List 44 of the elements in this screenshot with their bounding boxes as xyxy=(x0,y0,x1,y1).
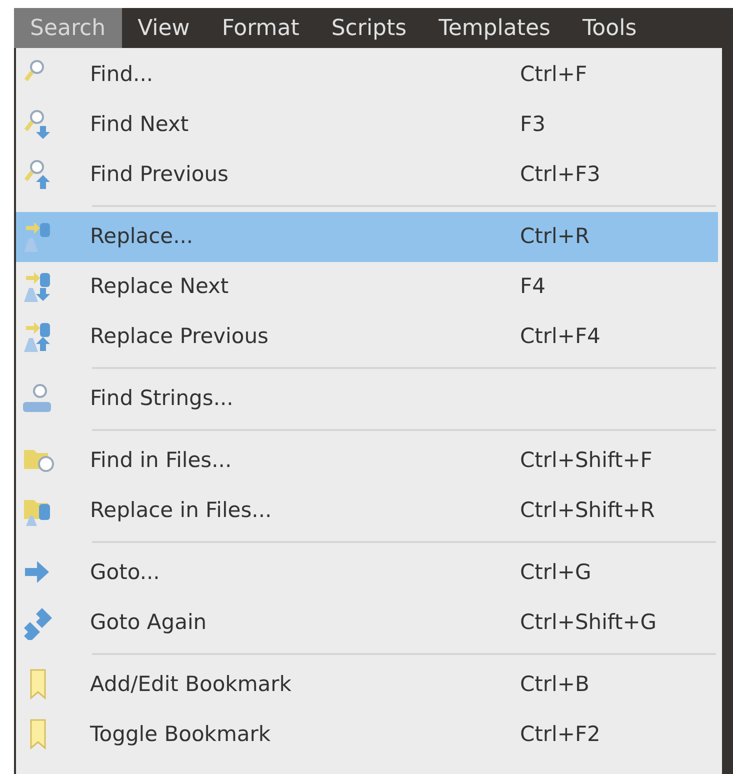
menu-item[interactable]: Replace Next F4 xyxy=(16,262,718,312)
menu-item-label: Replace... xyxy=(90,223,194,250)
menu-item[interactable]: Find in Files... Ctrl+Shift+F xyxy=(16,436,718,486)
shortcut-label: Ctrl+F4 xyxy=(520,323,600,350)
shortcut-label: Ctrl+G xyxy=(520,559,592,586)
shortcut-label: Ctrl+B xyxy=(520,671,590,698)
menu-item[interactable]: Find Next F3 xyxy=(16,100,718,150)
menu-item[interactable]: Goto Again Ctrl+Shift+G xyxy=(16,598,718,648)
menu-item[interactable]: Replace in Files... Ctrl+Shift+R xyxy=(16,486,718,536)
menu-bar-item[interactable]: Format xyxy=(206,8,316,48)
shortcut-label: F3 xyxy=(520,111,546,138)
menu-item[interactable]: Find Strings... xyxy=(16,374,718,424)
menu-item-label: Replace Previous xyxy=(90,323,270,350)
shortcut-label: Ctrl+F xyxy=(520,61,588,88)
shortcut-label: F4 xyxy=(520,273,546,300)
menu-item-label: Replace in Files... xyxy=(90,497,273,524)
menu-item-label: Find Previous xyxy=(90,161,230,188)
menu-item[interactable]: Add/Edit Bookmark Ctrl+B xyxy=(16,660,718,710)
menu-bar-item[interactable]: Scripts xyxy=(315,8,423,48)
menu-item-label: Goto Again xyxy=(90,609,208,636)
menu-item-label: Find in Files... xyxy=(90,447,233,474)
menu-item-label: Goto... xyxy=(90,559,161,586)
shortcut-label: Ctrl+Shift+F xyxy=(520,447,652,474)
double-arrow-icon xyxy=(22,606,54,640)
shortcut-label: Ctrl+F3 xyxy=(520,161,600,188)
menu-item[interactable]: Goto... Ctrl+G xyxy=(16,548,718,598)
menu-item-label: Find... xyxy=(90,61,154,88)
menu-item-label: Replace Next xyxy=(90,273,230,300)
menu-item[interactable]: Toggle Bookmark Ctrl+F2 xyxy=(16,710,718,760)
menu-item-label: Toggle Bookmark xyxy=(90,721,272,748)
shortcut-label: Ctrl+Shift+R xyxy=(520,497,655,524)
menu-item[interactable]: Replace... Ctrl+R xyxy=(16,212,718,262)
menu-item[interactable]: Find Previous Ctrl+F3 xyxy=(16,150,718,200)
menu-item-label: Add/Edit Bookmark xyxy=(90,671,292,698)
menu-bar-item[interactable]: Templates xyxy=(422,8,566,48)
menu-item-label: Find Next xyxy=(90,111,190,138)
menu-item-label: Find Strings... xyxy=(90,385,234,412)
menu-bar-item[interactable]: Tools xyxy=(566,8,653,48)
menu-item[interactable]: Replace Previous Ctrl+F4 xyxy=(16,312,718,362)
shortcut-label: Ctrl+F2 xyxy=(520,721,600,748)
shortcut-label: Ctrl+R xyxy=(520,223,590,250)
menu-item[interactable]: Find... Ctrl+F xyxy=(16,50,718,100)
menu-bar-item[interactable]: View xyxy=(122,8,206,48)
shortcut-label: Ctrl+Shift+G xyxy=(520,609,657,636)
